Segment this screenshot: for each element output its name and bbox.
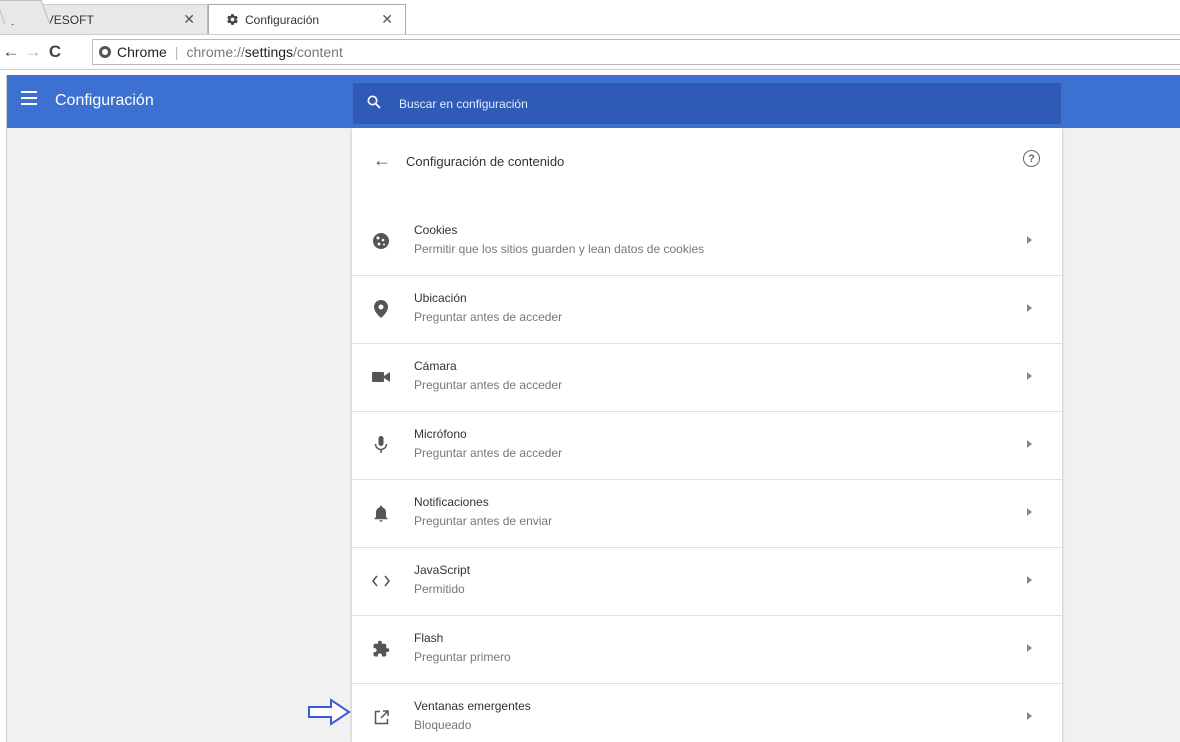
settings-search[interactable] (353, 83, 1061, 124)
gear-icon (225, 13, 239, 26)
back-arrow-icon[interactable]: ← (0, 42, 22, 62)
item-title: Flash (414, 631, 444, 645)
location-pin-icon (370, 298, 392, 320)
list-item-flash[interactable]: Flash Preguntar primero (352, 616, 1062, 684)
settings-appbar: Configuración (7, 75, 1180, 128)
chevron-right-icon (1027, 712, 1032, 720)
camera-icon (370, 366, 392, 388)
search-input[interactable] (399, 96, 999, 111)
list-item-location[interactable]: Ubicación Preguntar antes de acceder (352, 276, 1062, 344)
tab-configuracion[interactable]: Configuración ✕ (208, 4, 406, 34)
close-icon[interactable]: ✕ (183, 11, 195, 28)
list-item-cookies[interactable]: Cookies Permitir que los sitios guarden … (352, 208, 1062, 276)
new-tab-button[interactable] (0, 0, 51, 24)
item-title: JavaScript (414, 563, 471, 577)
cookie-icon (370, 230, 392, 252)
chevron-right-icon (1027, 440, 1032, 448)
item-subtitle: Preguntar antes de acceder (414, 378, 563, 392)
item-title: Ventanas emergentes (414, 699, 531, 713)
content-settings-card: ← Configuración de contenido ? Cookies P… (352, 128, 1062, 742)
bell-icon (370, 502, 392, 524)
url-path-rest: /content (293, 44, 343, 60)
puzzle-icon (370, 638, 392, 660)
item-subtitle: Preguntar primero (414, 650, 511, 664)
settings-page: Configuración ← Configuración de conteni… (6, 75, 1180, 742)
close-icon[interactable]: ✕ (381, 11, 393, 28)
chevron-right-icon (1027, 304, 1032, 312)
url-path-bold: settings (244, 44, 294, 60)
content-settings-list: Cookies Permitir que los sitios guarden … (352, 208, 1062, 742)
microphone-icon (370, 434, 392, 456)
item-title: Notificaciones (414, 495, 489, 509)
chevron-right-icon (1027, 508, 1032, 516)
item-title: Cámara (414, 359, 457, 373)
item-subtitle: Preguntar antes de acceder (414, 446, 563, 460)
reload-icon[interactable]: C (44, 42, 66, 62)
chrome-logo-icon (99, 46, 111, 58)
chevron-right-icon (1027, 236, 1032, 244)
item-title: Micrófono (414, 427, 467, 441)
list-item-camera[interactable]: Cámara Preguntar antes de acceder (352, 344, 1062, 412)
item-subtitle: Preguntar antes de acceder (414, 310, 563, 324)
url-scheme: chrome:// (186, 44, 245, 60)
code-icon (370, 570, 392, 592)
list-item-microphone[interactable]: Micrófono Preguntar antes de acceder (352, 412, 1062, 480)
tab-label: Configuración (245, 12, 320, 27)
omnibox[interactable]: Chrome | chrome://settings/content (92, 39, 1180, 65)
help-icon[interactable]: ? (1023, 150, 1040, 167)
item-subtitle: Permitir que los sitios guarden y lean d… (414, 242, 705, 256)
section-title: Configuración de contenido (406, 154, 565, 169)
toolbar: ← → C Chrome | chrome://settings/content (0, 34, 1180, 70)
list-item-javascript[interactable]: JavaScript Permitido (352, 548, 1062, 616)
list-item-notifications[interactable]: Notificaciones Preguntar antes de enviar (352, 480, 1062, 548)
item-subtitle: Bloqueado (414, 718, 472, 732)
omnibox-separator: | (174, 44, 179, 60)
search-icon (367, 95, 387, 113)
list-item-popups[interactable]: Ventanas emergentes Bloqueado (352, 684, 1062, 742)
item-subtitle: Preguntar antes de enviar (414, 514, 553, 528)
omnibox-site-label: Chrome (117, 44, 167, 60)
page-title: Configuración (55, 92, 154, 109)
item-title: Cookies (414, 223, 458, 237)
menu-icon[interactable] (21, 91, 37, 105)
tab-strip: NAVESOFT ✕ Configuración ✕ (0, 0, 1180, 34)
chevron-right-icon (1027, 644, 1032, 652)
annotation-arrow-icon (308, 698, 351, 726)
open-in-new-icon (370, 706, 392, 728)
chevron-right-icon (1027, 372, 1032, 380)
item-title: Ubicación (414, 291, 467, 305)
item-subtitle: Permitido (414, 582, 465, 596)
card-header: ← Configuración de contenido ? (352, 128, 1062, 194)
back-arrow-icon[interactable]: ← (373, 150, 391, 171)
forward-arrow-icon[interactable]: → (22, 42, 44, 62)
chevron-right-icon (1027, 576, 1032, 584)
